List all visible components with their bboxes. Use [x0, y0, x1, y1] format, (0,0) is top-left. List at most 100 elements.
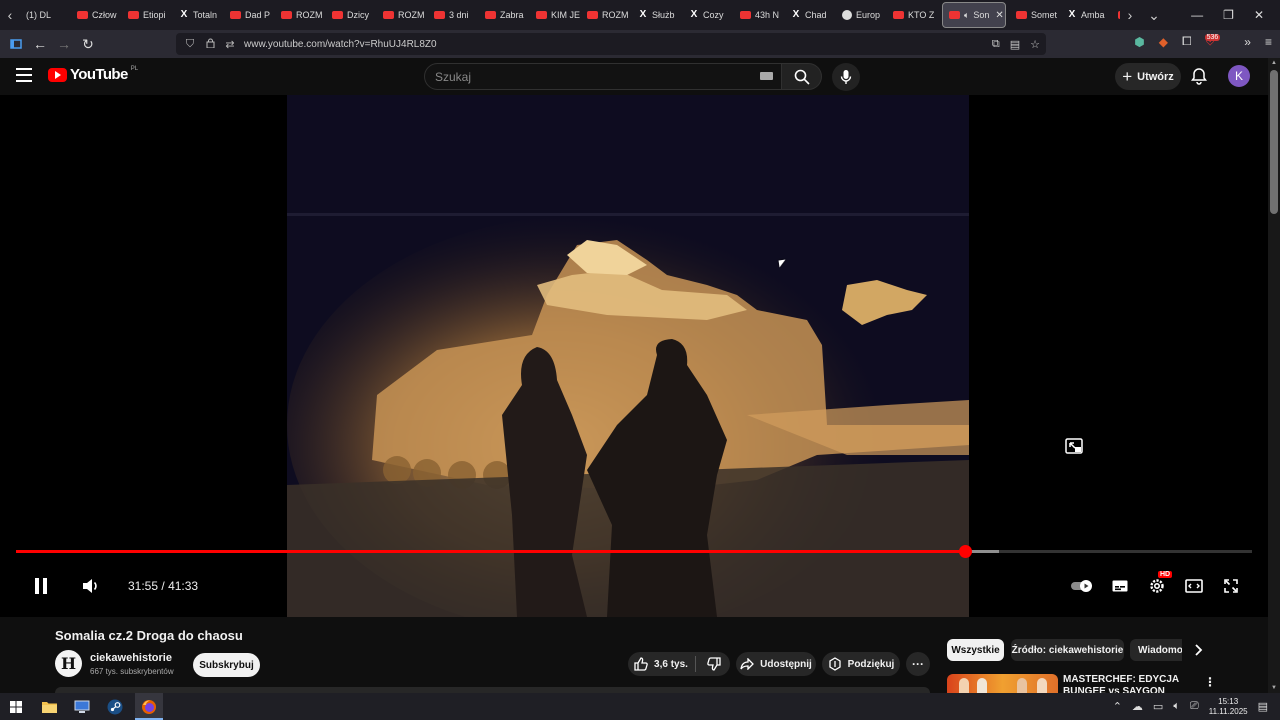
url-bar[interactable]: ⛉ ⇄ www.youtube.com/watch?v=RhuUJ4RL8Z0 …	[176, 33, 1046, 55]
thumbs-down-icon	[707, 657, 721, 671]
subscribe-button[interactable]: Subskrybuj	[193, 653, 260, 677]
thanks-button[interactable]: Podziękuj	[822, 652, 900, 676]
recommendation-thumbnail[interactable]	[947, 674, 1058, 693]
miniplayer-expand-icon[interactable]	[1065, 438, 1085, 456]
tab-close-icon[interactable]: ✕	[995, 10, 1003, 21]
lock-icon[interactable]	[204, 38, 216, 51]
file-explorer-icon[interactable]	[38, 696, 60, 718]
video-player[interactable]: 31:55 / 41:33 HD	[0, 95, 1268, 617]
pause-button[interactable]	[30, 575, 52, 597]
tab-list-dropdown-button[interactable]: ⌄	[1144, 0, 1164, 30]
browser-tab-active[interactable]: 🔈︎ Son ✕	[942, 2, 1006, 28]
browser-tab[interactable]: Dzicy	[326, 2, 377, 28]
browser-tab[interactable]: (1) DL	[20, 2, 71, 28]
browser-tab[interactable]: ROZM	[275, 2, 326, 28]
search-button[interactable]	[782, 63, 822, 90]
ublock-icon[interactable]: ⛨536	[1204, 34, 1231, 49]
dislike-button[interactable]	[698, 652, 730, 676]
youtube-logo[interactable]: YouTube PL	[48, 66, 138, 83]
menu-icon[interactable]: ≡	[1265, 35, 1272, 49]
tab-scroll-right-button[interactable]: ›	[1120, 0, 1140, 30]
recommendation-menu-icon[interactable]: ⋮	[1204, 675, 1216, 689]
guide-menu-icon[interactable]	[16, 68, 32, 82]
search-input[interactable]: Szukaj	[424, 63, 782, 90]
bookmark-star-icon[interactable]: ☆	[1030, 38, 1040, 51]
more-tools-icon[interactable]: »	[1244, 35, 1251, 49]
browser-tab[interactable]: ROZM	[581, 2, 632, 28]
computer-app-icon[interactable]	[71, 696, 93, 718]
chip-source-channel[interactable]: Źródło: ciekawehistorie	[1011, 639, 1124, 661]
video-progress-bar[interactable]	[16, 545, 1252, 558]
windows-start-icon[interactable]	[5, 696, 27, 718]
avatar[interactable]: K	[1228, 65, 1250, 87]
subtitles-button[interactable]	[1110, 577, 1130, 595]
shield-icon[interactable]: ⛉	[184, 38, 196, 51]
back-button[interactable]: ←	[28, 32, 52, 56]
browser-tab[interactable]: X Cozy	[683, 2, 734, 28]
browser-tab[interactable]: KTO Z	[887, 2, 938, 28]
theater-mode-button[interactable]	[1183, 577, 1205, 595]
reader-view-icon[interactable]: ▤	[1010, 38, 1020, 51]
browser-tab[interactable]: Dad P	[224, 2, 275, 28]
tab-audio-icon[interactable]: 🔈︎	[964, 10, 969, 21]
speaker-icon[interactable]: 🔈︎	[1173, 700, 1180, 713]
create-button[interactable]: + Utwórz	[1115, 63, 1181, 90]
browser-tab[interactable]: X Totaln	[173, 2, 224, 28]
keyboard-icon[interactable]	[760, 72, 773, 80]
like-button[interactable]: 3,6 tys.	[628, 652, 694, 676]
picture-in-picture-icon[interactable]: ⧉	[992, 38, 1000, 51]
recommendation-title[interactable]: MASTERCHEF: EDYCJA BUNGEE vs SAYGON	[1063, 674, 1183, 693]
browser-tab[interactable]: Somet	[1010, 2, 1061, 28]
settings-button[interactable]	[1147, 576, 1167, 596]
voice-search-button[interactable]	[832, 63, 860, 91]
browser-tab[interactable]: Etiopi	[122, 2, 173, 28]
browser-tab[interactable]: X Służb	[632, 2, 683, 28]
vpn-extension-icon[interactable]: ⬢	[1134, 35, 1144, 49]
forward-button[interactable]: →	[52, 32, 76, 56]
onedrive-icon[interactable]: ☁	[1132, 700, 1143, 713]
browser-tab[interactable]: Europ	[836, 2, 887, 28]
browser-tab[interactable]: 43h N	[734, 2, 785, 28]
channel-name[interactable]: ciekawehistorie	[90, 652, 172, 664]
channel-avatar[interactable]: H	[55, 650, 82, 677]
chip-news[interactable]: Wiadomo	[1130, 639, 1182, 661]
chip-all[interactable]: Wszystkie	[947, 639, 1004, 661]
browser-tab[interactable]: ROZM	[377, 2, 428, 28]
taskbar-clock[interactable]: 15:13 11.11.2025	[1209, 697, 1248, 717]
browser-tab[interactable]: Zabra	[479, 2, 530, 28]
scroll-up-icon[interactable]: ▲	[1270, 60, 1278, 66]
puzzle-extensions-icon[interactable]: ⧠	[1182, 34, 1192, 49]
more-actions-button[interactable]: ···	[906, 652, 930, 676]
close-icon[interactable]: ✕	[1254, 8, 1264, 22]
sidebar-toggle-icon[interactable]	[4, 32, 28, 56]
browser-tab[interactable]: 3 dni	[428, 2, 479, 28]
notifications-icon[interactable]: ▤	[1258, 700, 1268, 713]
autoplay-toggle[interactable]	[1071, 579, 1093, 593]
extension-icon[interactable]: ◆	[1159, 35, 1168, 49]
network-icon[interactable]: ▭	[1153, 700, 1163, 713]
browser-tab[interactable]: X Amba	[1061, 2, 1112, 28]
tray-overflow-icon[interactable]: ⌃	[1113, 700, 1122, 713]
permissions-icon[interactable]: ⇄	[224, 38, 236, 51]
browser-tab[interactable]: Człow	[71, 2, 122, 28]
scrubber-handle[interactable]	[959, 545, 973, 558]
minimize-icon[interactable]: —	[1191, 8, 1203, 22]
restore-icon[interactable]: ❐	[1223, 8, 1234, 22]
firefox-icon[interactable]	[138, 696, 160, 718]
chips-next-chevron-icon[interactable]	[1192, 643, 1206, 657]
scroll-down-icon[interactable]: ▼	[1270, 685, 1278, 691]
browser-tab[interactable]: KIM JE	[530, 2, 581, 28]
scrollbar-thumb[interactable]	[1270, 70, 1278, 214]
volume-button[interactable]	[80, 575, 102, 597]
browser-tab[interactable]: X Chad	[785, 2, 836, 28]
page-scrollbar[interactable]: ▲ ▼	[1268, 58, 1280, 693]
browser-tab[interactable]: nasz	[1112, 2, 1120, 28]
display-icon[interactable]: ⎚	[1190, 700, 1199, 713]
share-button[interactable]: Udostępnij	[736, 652, 816, 676]
steam-icon[interactable]	[104, 696, 126, 718]
notifications-bell-icon[interactable]	[1190, 67, 1210, 87]
fullscreen-button[interactable]	[1221, 576, 1241, 596]
reload-button[interactable]: ↻	[76, 32, 100, 56]
url-text[interactable]: www.youtube.com/watch?v=RhuUJ4RL8Z0	[244, 39, 437, 50]
tab-scroll-left-button[interactable]: ‹	[0, 0, 20, 30]
